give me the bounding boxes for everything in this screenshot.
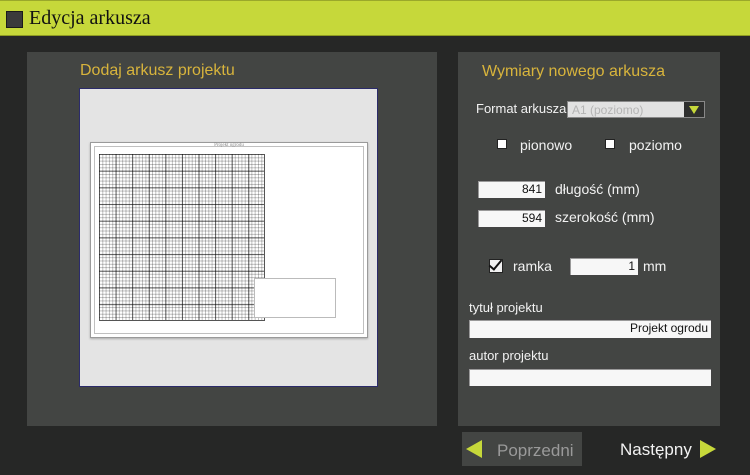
width-label: szerokość (mm) xyxy=(555,209,655,225)
sheet-title-block xyxy=(254,278,336,318)
next-button[interactable]: Następny xyxy=(612,432,732,466)
window-icon xyxy=(6,11,23,28)
add-sheet-panel: Dodaj arkusz projektu Projekt ogrodu xyxy=(27,52,437,426)
portrait-label: pionowo xyxy=(520,137,573,153)
format-select[interactable]: A1 (poziomo) xyxy=(567,101,705,118)
frame-unit: mm xyxy=(643,258,667,274)
format-select-value: A1 (poziomo) xyxy=(572,103,644,117)
dimensions-title: Wymiary nowego arkusza xyxy=(482,63,666,80)
next-label: Następny xyxy=(620,440,692,459)
sheet-dimensions-panel: Wymiary nowego arkusza Format arkusza A1… xyxy=(458,52,720,426)
format-label: Format arkusza xyxy=(476,101,567,116)
sheet-title-text: Projekt ogrodu xyxy=(214,143,244,148)
width-field[interactable]: 594 xyxy=(477,209,546,228)
project-author-field[interactable] xyxy=(468,368,712,387)
add-sheet-title: Dodaj arkusz projektu xyxy=(80,62,235,79)
sheet-page: Projekt ogrodu xyxy=(90,142,368,338)
window-title: Edycja arkusza xyxy=(29,7,151,29)
project-author-label: autor projektu xyxy=(469,348,549,363)
landscape-checkbox[interactable] xyxy=(605,139,615,149)
sheet-grid xyxy=(99,154,265,321)
previous-button[interactable]: Poprzedni xyxy=(462,432,582,466)
title-bar: Edycja arkusza xyxy=(0,0,750,36)
length-label: długość (mm) xyxy=(555,181,640,197)
project-title-label: tytuł projektu xyxy=(469,300,543,315)
frame-label: ramka xyxy=(513,258,552,274)
frame-width-field[interactable]: 1 xyxy=(569,257,639,276)
length-field[interactable]: 841 xyxy=(477,180,546,199)
landscape-label: poziomo xyxy=(629,137,682,153)
arrow-right-icon xyxy=(700,440,716,458)
sheet-preview[interactable]: Projekt ogrodu xyxy=(79,88,378,387)
arrow-left-icon xyxy=(466,440,482,458)
frame-checkbox[interactable] xyxy=(489,259,503,273)
previous-label: Poprzedni xyxy=(497,441,574,460)
portrait-checkbox[interactable] xyxy=(497,139,507,149)
project-title-field[interactable]: Projekt ogrodu xyxy=(468,319,712,339)
chevron-down-icon[interactable] xyxy=(684,102,704,117)
